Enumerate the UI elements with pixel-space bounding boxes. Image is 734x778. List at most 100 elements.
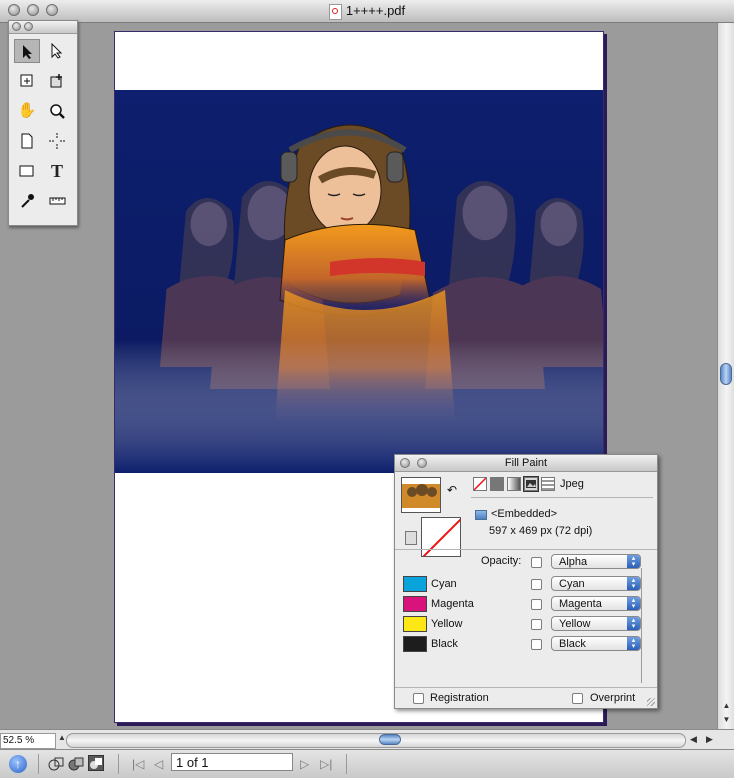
- full-preview-mode-icon[interactable]: [88, 755, 104, 771]
- preview-mode-icon[interactable]: [48, 755, 64, 771]
- scroll-down-arrow-icon[interactable]: ▼: [718, 713, 734, 727]
- yellow-swatch: [403, 616, 427, 632]
- white-arrow-icon: [51, 43, 63, 59]
- separator: [346, 754, 347, 774]
- swap-fill-stroke-icon[interactable]: ↶: [447, 483, 457, 497]
- registration-checkbox[interactable]: [413, 693, 424, 704]
- scroll-left-arrow-icon[interactable]: ◀: [690, 734, 697, 745]
- window-titlebar: 1++++.pdf: [0, 0, 734, 23]
- measure-tool-button[interactable]: [44, 189, 70, 213]
- opacity-label: Opacity:: [481, 555, 522, 567]
- yellow-channel-select[interactable]: Yellow ▴ ▾: [551, 616, 641, 631]
- paint-none-icon[interactable]: [473, 477, 487, 491]
- cyan-checkbox[interactable]: [531, 579, 542, 590]
- image-thumbnail-icon: [402, 478, 440, 512]
- status-bar: ↑ |◁ ◁ 1 of 1 ▷ ▷|: [0, 749, 734, 778]
- separator: [118, 754, 119, 774]
- image-source-label: <Embedded>: [491, 508, 558, 520]
- page-number-field[interactable]: 1 of 1: [171, 753, 293, 771]
- chevron-updown-icon: ▴ ▾: [627, 555, 640, 568]
- eyedropper-tool-button[interactable]: [14, 189, 40, 213]
- vertical-scrollbar[interactable]: ▲ ▼: [717, 23, 734, 729]
- next-page-icon[interactable]: ▷: [300, 757, 309, 771]
- fill-paint-panel-header[interactable]: Fill Paint: [395, 455, 657, 472]
- palette-close-button[interactable]: [12, 22, 21, 31]
- paint-type-label: Jpeg: [560, 478, 584, 490]
- tools-palette: ✋ T: [8, 20, 78, 226]
- magenta-channel-select[interactable]: Magenta ▴ ▾: [551, 596, 641, 611]
- paint-pattern-icon[interactable]: [541, 477, 555, 491]
- pdf-file-icon: [328, 4, 342, 20]
- magenta-checkbox[interactable]: [531, 599, 542, 610]
- window-title: 1++++.pdf: [328, 0, 405, 22]
- resize-grip-icon[interactable]: [647, 698, 655, 706]
- overprint-checkbox[interactable]: [572, 693, 583, 704]
- scroll-up-arrow-icon[interactable]: ▲: [718, 699, 734, 713]
- embedded-image-icon: [475, 509, 487, 520]
- chevron-updown-icon: ▴ ▾: [627, 617, 640, 630]
- yellow-checkbox[interactable]: [531, 619, 542, 630]
- minimize-window-button[interactable]: [27, 4, 39, 16]
- black-arrow-icon: [23, 45, 32, 59]
- scale-tool-button[interactable]: [14, 69, 40, 93]
- fill-paint-panel: Fill Paint ↶ Jpeg <Embedded> 597 x 469 p…: [394, 454, 658, 709]
- up-arrow-icon[interactable]: ↑: [9, 755, 27, 773]
- last-page-icon[interactable]: ▷|: [320, 757, 332, 771]
- yellow-channel-value: Yellow: [559, 618, 591, 630]
- chevron-updown-icon: ▴ ▾: [627, 637, 640, 650]
- link-icon[interactable]: [405, 531, 417, 545]
- previous-page-icon[interactable]: ◁: [154, 757, 163, 771]
- paint-gradient-icon[interactable]: [507, 477, 521, 491]
- direct-selection-tool-button[interactable]: [44, 39, 70, 63]
- paint-type-selector: Jpeg: [473, 476, 584, 492]
- channel-label-magenta: Magenta: [431, 598, 474, 610]
- zoom-level-field[interactable]: 52.5 %: [0, 733, 56, 749]
- tools-palette-header[interactable]: [9, 21, 77, 34]
- placed-image-artwork[interactable]: [115, 90, 603, 473]
- divider: [471, 497, 653, 498]
- black-channel-select[interactable]: Black ▴ ▾: [551, 636, 641, 651]
- paint-image-icon[interactable]: [523, 476, 539, 492]
- crop-tool-button[interactable]: [44, 129, 70, 153]
- panel-title: Fill Paint: [504, 457, 548, 469]
- horizontal-scrollbar[interactable]: [66, 733, 686, 748]
- magenta-swatch: [403, 596, 427, 612]
- image-info: <Embedded> 597 x 469 px (72 dpi): [475, 506, 592, 540]
- zoom-dropdown-arrow-icon[interactable]: ▲: [58, 733, 66, 742]
- registration-label: Registration: [430, 692, 489, 704]
- image-size-label: 597 x 469 px (72 dpi): [489, 525, 593, 537]
- panel-minimize-button[interactable]: [417, 458, 427, 468]
- pan-tool-button[interactable]: ✋: [14, 99, 40, 123]
- outline-mode-icon[interactable]: [68, 755, 84, 771]
- opacity-channel-select[interactable]: Alpha ▴ ▾: [551, 554, 641, 569]
- scale-box-icon: [20, 74, 33, 87]
- panel-close-button[interactable]: [400, 458, 410, 468]
- chevron-updown-icon: ▴ ▾: [627, 577, 640, 590]
- close-window-button[interactable]: [8, 4, 20, 16]
- palette-minimize-button[interactable]: [24, 22, 33, 31]
- text-tool-button[interactable]: T: [44, 159, 70, 183]
- first-page-icon[interactable]: |◁: [132, 757, 144, 771]
- horizontal-scroll-thumb[interactable]: [379, 734, 401, 745]
- fill-swatch[interactable]: [401, 477, 441, 513]
- opacity-channel-value: Alpha: [559, 556, 588, 568]
- eyedropper-icon: [21, 194, 34, 208]
- transform-box-icon: [50, 74, 62, 88]
- hand-icon: ✋: [17, 102, 37, 119]
- selection-tool-button[interactable]: [14, 39, 40, 63]
- scroll-right-arrow-icon[interactable]: ▶: [706, 734, 713, 745]
- separator: [38, 754, 39, 774]
- zoom-tool-button[interactable]: [44, 99, 70, 123]
- opacity-checkbox[interactable]: [531, 557, 542, 568]
- ruler-icon: [49, 197, 66, 205]
- cyan-channel-select[interactable]: Cyan ▴ ▾: [551, 576, 641, 591]
- black-channel-value: Black: [559, 638, 586, 650]
- magenta-channel-value: Magenta: [559, 598, 602, 610]
- paint-solid-icon[interactable]: [490, 477, 504, 491]
- object-transform-tool-button[interactable]: [44, 69, 70, 93]
- page-tool-button[interactable]: [14, 129, 40, 153]
- zoom-window-button[interactable]: [46, 4, 58, 16]
- black-checkbox[interactable]: [531, 639, 542, 650]
- rectangle-tool-button[interactable]: [14, 159, 40, 183]
- vertical-scroll-thumb[interactable]: [720, 363, 732, 385]
